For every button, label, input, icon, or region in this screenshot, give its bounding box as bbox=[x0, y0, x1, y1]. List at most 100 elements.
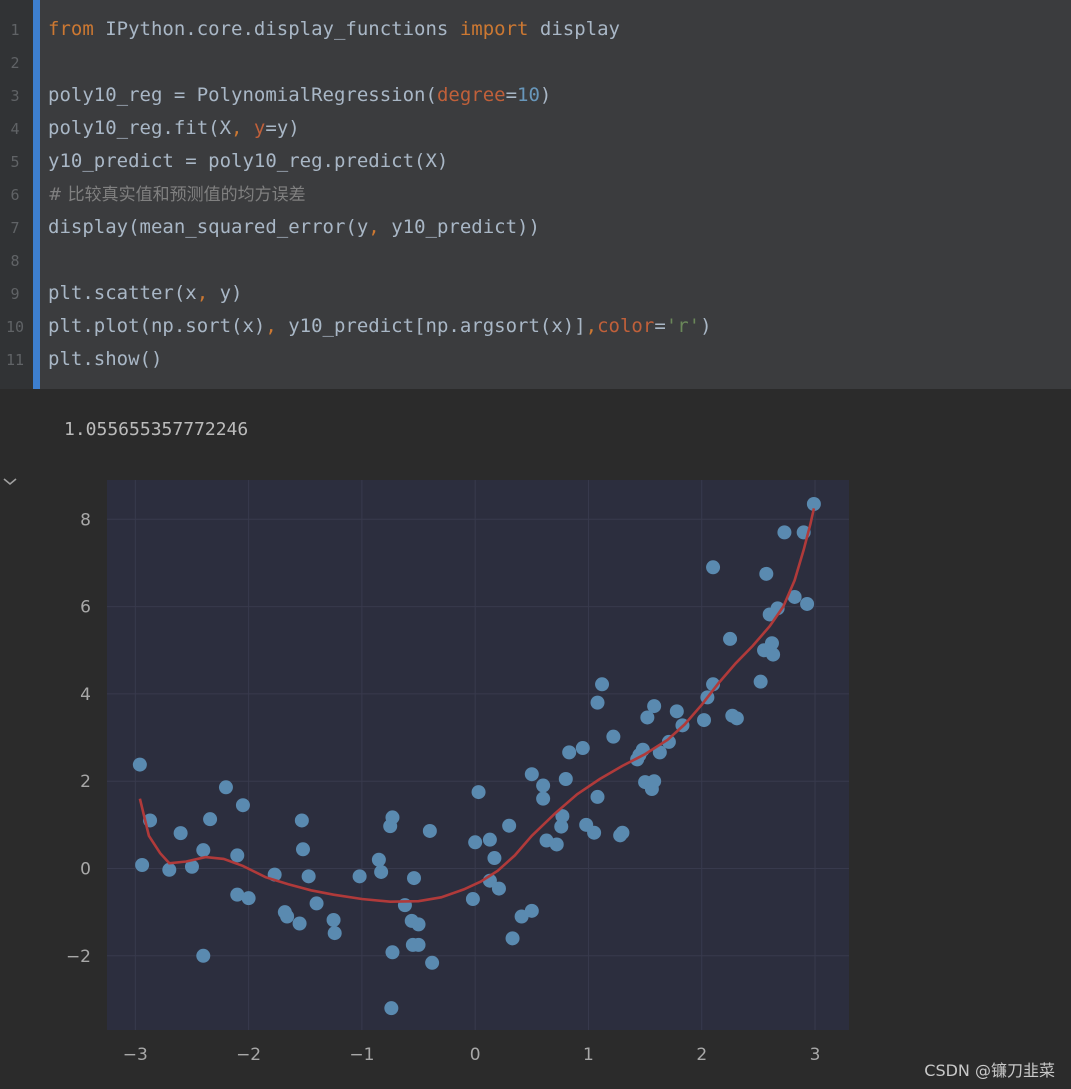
code-line-4[interactable]: poly10_reg.fit(X, y=y) bbox=[48, 116, 300, 140]
scatter-point bbox=[280, 909, 295, 924]
scatter-point bbox=[696, 713, 711, 728]
scatter-point bbox=[800, 596, 815, 611]
param-name: degree bbox=[436, 84, 506, 106]
plot-area bbox=[107, 480, 849, 1030]
code-line-7[interactable]: display(mean_squared_error(y, y10_predic… bbox=[48, 215, 540, 239]
code-text: y) bbox=[219, 282, 243, 304]
y-tick-label: 4 bbox=[80, 685, 91, 705]
code-text: y10_predict)) bbox=[391, 216, 540, 238]
param-name: color bbox=[597, 315, 655, 337]
scatter-point bbox=[132, 757, 147, 772]
code-text: y10_predict[np.argsort(x)] bbox=[288, 315, 586, 337]
scatter-point bbox=[292, 916, 307, 931]
code-line-6[interactable]: # 比较真实值和预测值的均方误差 bbox=[48, 182, 306, 207]
line-number: 9 bbox=[10, 285, 20, 303]
scatter-point bbox=[590, 789, 605, 804]
line-number: 4 bbox=[10, 120, 20, 138]
scatter-point bbox=[482, 832, 497, 847]
scatter-point bbox=[536, 791, 551, 806]
scatter-point bbox=[425, 955, 440, 970]
line-number: 1 bbox=[10, 21, 20, 39]
y-tick-label: −2 bbox=[66, 947, 91, 967]
y-tick-label: 6 bbox=[80, 598, 91, 618]
code-text: display(mean_squared_error(y bbox=[48, 216, 369, 238]
line-number: 11 bbox=[5, 351, 25, 369]
x-tick-label: 3 bbox=[810, 1045, 821, 1065]
code-line-3[interactable]: poly10_reg = PolynomialRegression(degree… bbox=[48, 83, 551, 107]
x-tick-label: 2 bbox=[696, 1045, 707, 1065]
code-line-5[interactable]: y10_predict = poly10_reg.predict(X) bbox=[48, 149, 448, 173]
line-number-gutter: 1 2 3 4 5 6 7 8 9 10 11 bbox=[0, 0, 33, 389]
scatter-point bbox=[196, 948, 211, 963]
keyword: from bbox=[48, 18, 94, 40]
code-text: poly10_reg = PolynomialRegression( bbox=[48, 84, 437, 106]
scatter-point bbox=[422, 823, 437, 838]
code-cell[interactable]: 1 2 3 4 5 6 7 8 9 10 11 from IPython.cor… bbox=[0, 0, 1071, 389]
watermark: CSDN @镰刀韭菜 bbox=[924, 1061, 1055, 1080]
x-tick-label: −1 bbox=[349, 1045, 374, 1065]
chevron-down-icon[interactable] bbox=[1, 472, 19, 490]
scatter-point bbox=[753, 674, 768, 689]
scatter-point bbox=[135, 858, 150, 872]
scatter-point bbox=[385, 945, 400, 960]
param-name: y bbox=[253, 117, 266, 139]
code-text: plt.show() bbox=[48, 348, 163, 370]
scatter-point bbox=[309, 896, 324, 911]
number-literal: 10 bbox=[517, 84, 540, 106]
code-text: = bbox=[505, 84, 518, 106]
code-text: plt.plot(np.sort(x) bbox=[48, 315, 266, 337]
scatter-point bbox=[647, 774, 662, 789]
scatter-point bbox=[411, 937, 426, 952]
scatter-point bbox=[766, 647, 781, 662]
line-number: 5 bbox=[10, 153, 20, 171]
scatter-point bbox=[575, 741, 590, 756]
comma: , bbox=[196, 282, 220, 304]
x-tick-label: −2 bbox=[236, 1045, 261, 1065]
code-line-1[interactable]: from IPython.core.display_functions impo… bbox=[48, 17, 620, 41]
code-line-10[interactable]: plt.plot(np.sort(x), y10_predict[np.args… bbox=[48, 314, 712, 338]
scatter-point bbox=[196, 843, 211, 858]
scatter-point bbox=[327, 926, 342, 941]
scatter-point bbox=[162, 862, 177, 877]
comma: , bbox=[585, 315, 598, 337]
x-tick-label: 0 bbox=[470, 1045, 481, 1065]
cell-output-text: 1.055655357772246 bbox=[64, 419, 249, 440]
active-cell-marker bbox=[33, 0, 40, 389]
line-number: 6 bbox=[10, 186, 20, 204]
scatter-point bbox=[524, 903, 539, 918]
scatter-chart: −3 −2 −1 0 1 2 3 −2 0 2 4 6 8 bbox=[66, 480, 849, 1065]
scatter-point bbox=[491, 881, 506, 896]
scatter-point bbox=[669, 704, 684, 719]
code-text: poly10_reg.fit(X bbox=[48, 117, 232, 139]
scatter-point bbox=[505, 931, 520, 946]
scatter-point bbox=[606, 729, 621, 744]
line-number: 2 bbox=[10, 54, 20, 72]
scatter-point bbox=[471, 785, 486, 800]
scatter-point bbox=[647, 699, 662, 714]
x-tick-label: −3 bbox=[123, 1045, 148, 1065]
scatter-point bbox=[562, 745, 577, 760]
scatter-point bbox=[384, 1001, 399, 1016]
code-line-9[interactable]: plt.scatter(x, y) bbox=[48, 281, 243, 305]
code-comment: # 比较真实值和预测值的均方误差 bbox=[48, 185, 306, 205]
code-text: = bbox=[654, 315, 666, 337]
scatter-point bbox=[203, 812, 218, 827]
y-tick-label: 0 bbox=[80, 859, 91, 879]
x-tick-label: 1 bbox=[583, 1045, 594, 1065]
code-text: IPython.core.display_functions bbox=[93, 18, 460, 40]
line-number: 8 bbox=[10, 252, 20, 270]
scatter-point bbox=[406, 871, 421, 886]
scatter-point bbox=[294, 813, 309, 828]
scatter-point bbox=[326, 913, 341, 927]
code-text: display bbox=[528, 18, 620, 40]
scatter-point bbox=[230, 848, 245, 863]
line-number: 3 bbox=[10, 87, 20, 105]
scatter-point bbox=[295, 842, 310, 857]
scatter-point bbox=[615, 825, 630, 840]
scatter-point bbox=[536, 778, 551, 793]
scatter-point bbox=[706, 560, 721, 575]
code-line-11[interactable]: plt.show() bbox=[48, 347, 162, 371]
code-text: plt.scatter(x bbox=[48, 282, 197, 304]
scatter-point bbox=[595, 677, 610, 692]
plot-output: −3 −2 −1 0 1 2 3 −2 0 2 4 6 8 bbox=[40, 470, 870, 1074]
